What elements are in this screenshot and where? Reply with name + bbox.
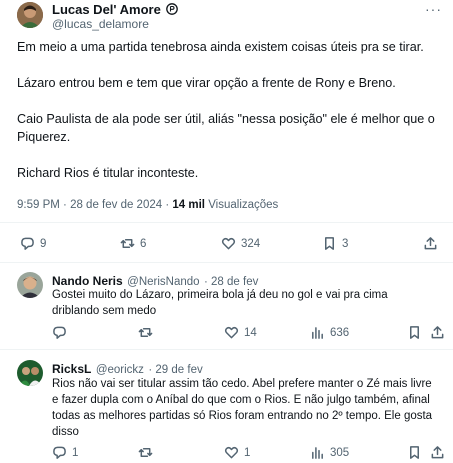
reply-text: Gostei muito do Lázaro, primeira bola já… bbox=[52, 289, 388, 317]
tweet-paragraph: Lázaro entrou bem e tem que virar opção … bbox=[17, 76, 396, 90]
share-button[interactable] bbox=[430, 445, 445, 460]
reply-avatar[interactable] bbox=[17, 272, 43, 298]
retweet-icon bbox=[120, 239, 135, 248]
divider bbox=[0, 222, 453, 223]
analytics-icon bbox=[312, 447, 323, 459]
tweet-paragraph: Em meio a uma partida tenebrosa ainda ex… bbox=[17, 40, 424, 54]
like-count: 1 bbox=[244, 446, 251, 459]
author-avatar[interactable] bbox=[17, 2, 43, 28]
reply-author-name[interactable]: RicksL bbox=[52, 362, 91, 376]
tweet-paragraph: Caio Paulista de ala pode ser útil, aliá… bbox=[17, 112, 435, 144]
share-button[interactable] bbox=[407, 325, 422, 340]
views-count: 305 bbox=[330, 446, 350, 459]
reply-icon bbox=[53, 446, 66, 459]
share-icon bbox=[431, 446, 444, 459]
analytics-icon bbox=[312, 327, 323, 339]
like-button[interactable]: 1 bbox=[224, 445, 250, 460]
bookmark-icon bbox=[325, 237, 334, 250]
avatar-photo bbox=[17, 272, 43, 298]
share-button[interactable] bbox=[423, 236, 438, 251]
like-count: 324 bbox=[241, 237, 261, 250]
like-count: 14 bbox=[244, 326, 257, 339]
reply-avatar[interactable] bbox=[17, 360, 43, 386]
retweet-count: 6 bbox=[140, 237, 147, 250]
share-icon bbox=[431, 326, 444, 339]
bookmark-button[interactable]: 3 bbox=[322, 236, 348, 251]
heart-icon bbox=[221, 237, 236, 250]
views-count: 14 mil bbox=[172, 199, 205, 211]
bookmark-count: 3 bbox=[342, 237, 349, 250]
retweet-button[interactable] bbox=[138, 445, 158, 460]
bookmark-icon bbox=[410, 326, 419, 339]
retweet-button[interactable] bbox=[138, 325, 158, 340]
heart-icon bbox=[224, 326, 239, 339]
reply-icon bbox=[53, 326, 66, 339]
views-button[interactable]: 305 bbox=[310, 445, 349, 460]
avatar-photo bbox=[17, 360, 43, 386]
reply-text: Rios não vai ser titular assim tão cedo.… bbox=[52, 378, 433, 438]
verified-badge-icon bbox=[166, 3, 179, 15]
divider bbox=[0, 262, 453, 263]
views-label: Visualizações bbox=[208, 199, 279, 211]
views-button[interactable]: 636 bbox=[310, 325, 349, 340]
like-button[interactable]: 14 bbox=[224, 325, 257, 340]
more-options-icon[interactable]: ··· bbox=[425, 1, 442, 17]
reply-date[interactable]: 29 de fev bbox=[155, 364, 202, 376]
author-name[interactable]: Lucas Del' Amore bbox=[52, 2, 179, 17]
reply-author-handle[interactable]: @eorickz bbox=[96, 364, 144, 376]
bookmark-button[interactable] bbox=[407, 445, 422, 460]
share-button[interactable] bbox=[430, 325, 445, 340]
retweet-icon bbox=[138, 328, 153, 337]
retweet-button[interactable]: 6 bbox=[120, 236, 146, 251]
reply-icon bbox=[21, 237, 34, 250]
heart-icon bbox=[224, 446, 239, 459]
author-handle[interactable]: @lucas_delamore bbox=[52, 17, 149, 31]
tweet-paragraph: Richard Rios é titular inconteste. bbox=[17, 166, 199, 180]
reply-count: 1 bbox=[72, 446, 79, 459]
tweet-time[interactable]: 9:59 PM bbox=[17, 199, 60, 211]
retweet-icon bbox=[138, 448, 153, 457]
tweet-body: Em meio a uma partida tenebrosa ainda ex… bbox=[17, 38, 442, 182]
tweet-date[interactable]: 28 de fev de 2024 bbox=[70, 199, 162, 211]
views-count: 636 bbox=[330, 326, 350, 339]
divider bbox=[0, 349, 453, 350]
reply-author-name[interactable]: Nando Neris bbox=[52, 274, 123, 288]
reply-button[interactable] bbox=[52, 325, 72, 340]
like-button[interactable]: 324 bbox=[221, 236, 260, 251]
avatar-photo bbox=[17, 2, 43, 28]
share-icon bbox=[424, 237, 437, 250]
tweet-meta: 9:59 PM · 28 de fev de 2024 · 14 mil Vis… bbox=[17, 199, 279, 211]
reply-button[interactable]: 1 bbox=[52, 445, 78, 460]
reply-button[interactable]: 9 bbox=[20, 236, 46, 251]
reply-count: 9 bbox=[40, 237, 47, 250]
bookmark-icon bbox=[410, 446, 419, 459]
